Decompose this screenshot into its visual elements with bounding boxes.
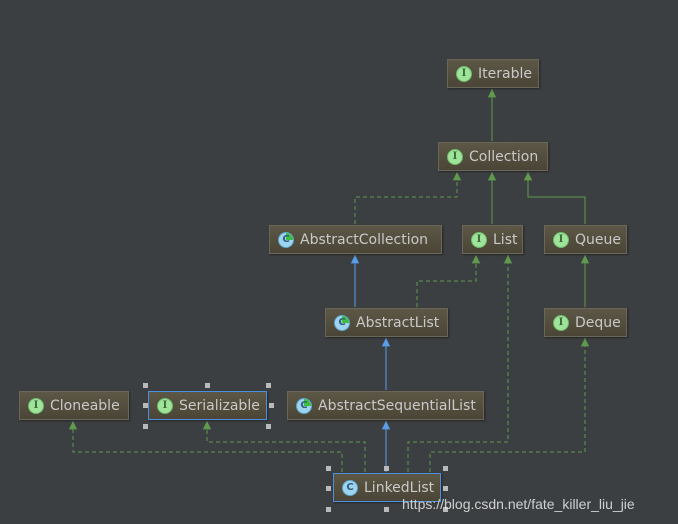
abstract-class-icon: C [334,314,350,331]
class-icon: C [342,479,358,496]
resize-handle[interactable] [143,424,148,429]
edge-linkedlist-cloneable [68,421,343,472]
node-deque[interactable]: I Deque [544,308,627,337]
node-label: Cloneable [50,397,120,414]
interface-icon: I [456,65,472,82]
resize-handle[interactable] [269,403,274,408]
node-queue[interactable]: I Queue [544,225,627,254]
edge-abstractlist-list [416,255,481,307]
node-label: AbstractList [356,314,440,331]
node-label: Serializable [179,397,260,414]
node-label: List [493,231,518,248]
resize-handle[interactable] [266,383,271,388]
node-label: Collection [469,148,539,165]
node-cloneable[interactable]: I Cloneable [19,391,129,420]
abstract-class-icon: C [296,397,312,414]
node-collection[interactable]: I Collection [438,142,548,171]
watermark: https://blog.csdn.net/fate_killer_liu_ji… [402,496,635,512]
edge-abstractcollection-collection [354,172,462,224]
interface-icon: I [553,231,569,248]
resize-handle[interactable] [384,507,389,512]
node-label: Iterable [478,65,532,82]
resize-handle[interactable] [326,466,331,471]
resize-handle[interactable] [326,486,331,491]
interface-icon: I [28,397,44,414]
resize-handle[interactable] [143,383,148,388]
node-label: AbstractCollection [300,231,429,248]
node-serializable[interactable]: I Serializable [148,391,267,420]
inheritance-edges [68,89,590,472]
edge-queue-collection [523,172,586,224]
node-abstract-list[interactable]: C AbstractList [325,308,448,337]
interface-icon: I [553,314,569,331]
node-label: AbstractSequentialList [318,397,476,414]
resize-handle[interactable] [326,507,331,512]
edge-linkedlist-serializable [202,421,366,472]
interface-icon: I [447,148,463,165]
interface-icon: I [157,397,173,414]
resize-handle[interactable] [384,466,389,471]
resize-handle[interactable] [205,383,210,388]
resize-handle[interactable] [443,466,448,471]
edge-linkedlist-list [407,255,513,472]
resize-handle[interactable] [266,424,271,429]
node-label: Queue [575,231,621,248]
abstract-class-icon: C [278,231,294,248]
node-label: LinkedList [364,479,435,496]
resize-handle[interactable] [443,486,448,491]
interface-icon: I [471,231,487,248]
node-iterable[interactable]: I Iterable [447,59,539,88]
node-label: Deque [575,314,621,331]
node-abstract-collection[interactable]: C AbstractCollection [269,225,442,254]
resize-handle[interactable] [143,403,148,408]
node-abstract-sequential-list[interactable]: C AbstractSequentialList [287,391,484,420]
node-list[interactable]: I List [462,225,523,254]
